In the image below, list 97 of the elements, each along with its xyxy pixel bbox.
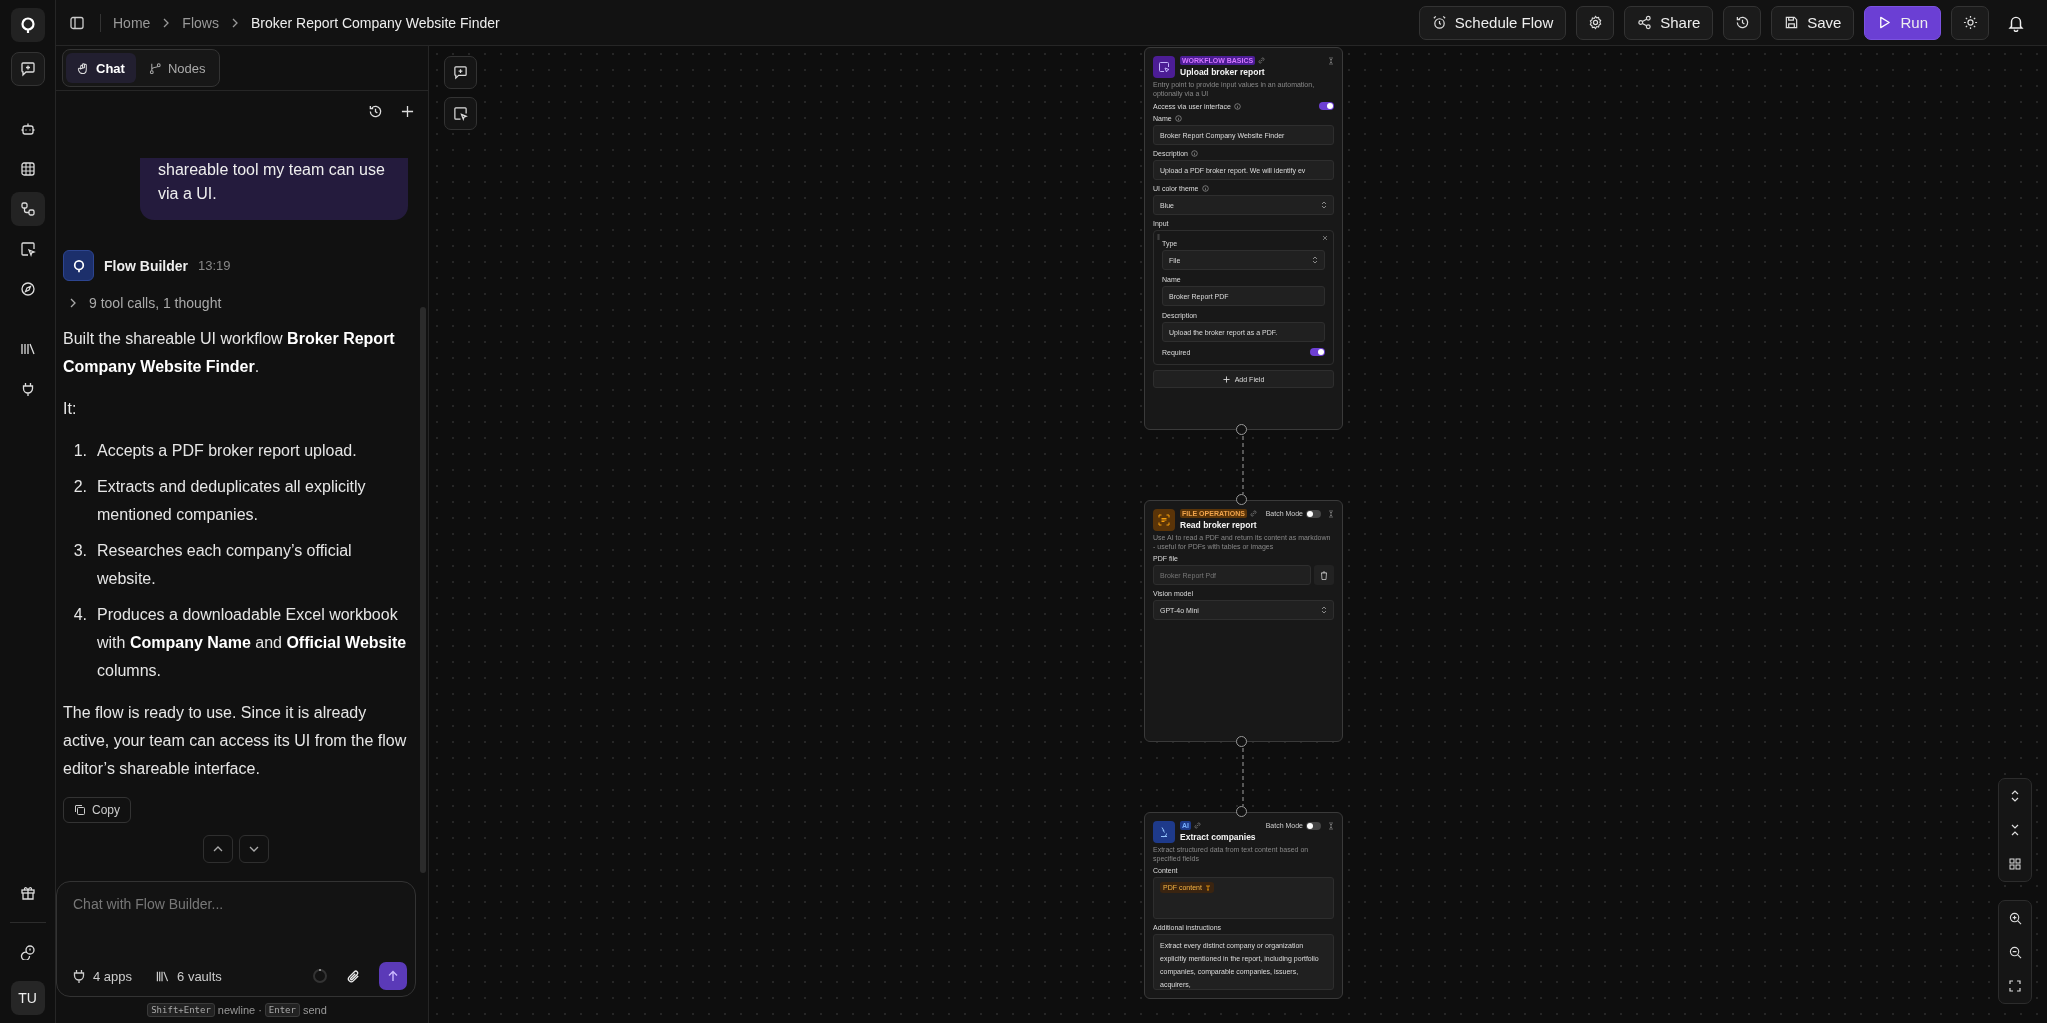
workflow-node[interactable] [1144, 47, 1343, 430]
connection-handle[interactable] [1236, 736, 1247, 747]
trash-icon [1320, 570, 1328, 580]
apps-count[interactable]: 4 apps [93, 968, 133, 984]
input-placeholder: Chat with Flow Builder... [73, 896, 225, 914]
branch-icon [148, 61, 162, 75]
list-item-text: Produces a downloadable Excel workbook with Company Name and Official Website columns. [97, 605, 408, 681]
alarm-clock-icon [1431, 15, 1447, 30]
cursor-window-icon [1158, 61, 1170, 73]
list-item-text: Extracts and deduplicates all explicitly mentioned companies. [97, 477, 367, 525]
new-chat-plus-icon[interactable] [401, 104, 414, 118]
copy-button[interactable]: Copy [63, 797, 131, 823]
chevron-updown-icon [1321, 606, 1327, 614]
connector-line [1241, 436, 1245, 494]
connection-handle[interactable] [1236, 806, 1247, 817]
logo-icon[interactable] [10, 8, 45, 42]
drag-handle-icon[interactable] [1157, 234, 1160, 240]
waving-hand-icon [77, 61, 90, 75]
node-title: Read broker report [1180, 520, 1258, 530]
chevron-up-icon [212, 845, 223, 853]
add-note-button[interactable] [444, 56, 477, 89]
tab[interactable]: Nodes [137, 53, 217, 83]
microscope-icon [1158, 826, 1170, 838]
toggle-switch[interactable] [1306, 821, 1321, 830]
copy-icon [74, 804, 86, 816]
delete-button[interactable] [1314, 565, 1334, 585]
list-number: 3. [73, 541, 87, 561]
chevron-down-icon [248, 845, 259, 853]
chevron-right-icon [69, 298, 77, 308]
plug-icon[interactable] [73, 969, 85, 983]
list-number: 2. [73, 477, 87, 497]
keyboard-key: Enter [264, 1003, 300, 1017]
user-avatar[interactable]: TU [10, 981, 45, 1015]
hint-text: newline · [217, 1004, 262, 1016]
toggle-switch[interactable] [1319, 102, 1334, 110]
theme-toggle-button[interactable] [1951, 5, 1989, 40]
node-title: Extract companies [1180, 832, 1257, 842]
assistant-name: Flow Builder [104, 257, 188, 274]
scroll-up-button[interactable] [202, 835, 233, 863]
plus-icon [1222, 375, 1230, 383]
breadcrumb-link[interactable]: Home [113, 14, 151, 31]
toggle-switch[interactable] [1310, 348, 1325, 356]
sun-icon [1962, 15, 1978, 30]
keyboard-key: Shift+Enter [147, 1003, 215, 1017]
message-plus-icon [19, 61, 36, 77]
hint-text: send [302, 1004, 327, 1016]
scrollbar-thumb[interactable] [420, 307, 426, 873]
tool-calls-toggle[interactable]: 9 tool calls, 1 thought [63, 295, 222, 311]
node-title: Upload broker report [1180, 67, 1266, 77]
breadcrumb-link[interactable]: Flows [182, 14, 219, 31]
library-icon[interactable] [156, 969, 170, 983]
list-item-text: Accepts a PDF broker report upload. [97, 441, 357, 461]
vaults-count[interactable]: 6 vaults [177, 968, 222, 984]
user-message: shareable tool my team can use via a UI. [140, 158, 408, 220]
list-item-text: Researches each company’s official website. [97, 541, 353, 589]
history-button[interactable] [1723, 5, 1762, 40]
save-button[interactable]: Save [1771, 5, 1855, 40]
connection-handle[interactable] [1236, 494, 1247, 505]
connector-line [1241, 748, 1245, 806]
arrow-up-icon [387, 970, 399, 982]
chevron-updown-icon [1321, 201, 1327, 209]
chevron-updown-icon [1312, 256, 1318, 264]
toggle-switch[interactable] [1306, 509, 1321, 518]
workflow-node[interactable] [1144, 812, 1343, 999]
chat-input[interactable]: Chat with Flow Builder... 4 apps 6 vaults [56, 881, 416, 997]
new-chat-button[interactable] [10, 52, 45, 86]
workflow-icon[interactable] [10, 192, 45, 226]
message-text: It: [63, 399, 78, 419]
scan-text-icon [1158, 514, 1170, 526]
send-button[interactable] [379, 962, 407, 990]
list-number: 1. [73, 441, 87, 461]
share-button[interactable]: Share [1624, 5, 1714, 40]
message-plus-icon [453, 65, 468, 80]
close-icon[interactable] [1322, 235, 1328, 241]
schedule-flow-button[interactable]: Schedule Flow [1418, 5, 1567, 40]
preview-ui-button[interactable] [444, 97, 477, 130]
loading-spinner-icon [312, 968, 328, 984]
settings-icon [1587, 15, 1603, 30]
text-type-icon [1204, 884, 1211, 891]
settings-button[interactable] [1576, 5, 1615, 40]
history-icon[interactable] [368, 103, 383, 119]
play-icon [1877, 15, 1893, 30]
chevron-right-icon [162, 17, 171, 28]
run-button[interactable]: Run [1864, 5, 1941, 40]
paperclip-icon[interactable] [346, 968, 361, 984]
message-time: 13:19 [198, 258, 231, 273]
share-icon [1637, 15, 1653, 30]
cursor-window-icon [453, 106, 468, 121]
assistant-avatar-icon [63, 250, 94, 281]
message-text: The flow is ready to use. Since it is already active, your team can access its UI from the flow editor’s shareable interface. [63, 703, 408, 779]
scroll-down-button[interactable] [238, 835, 269, 863]
history-icon [1734, 15, 1750, 30]
message-text: Built the shareable UI workflow Broker Report Company Website Finder. [63, 329, 396, 377]
chevron-right-icon [230, 17, 239, 28]
tab[interactable]: Chat [66, 53, 136, 83]
connection-handle[interactable] [1236, 424, 1247, 435]
list-number: 4. [73, 605, 87, 625]
